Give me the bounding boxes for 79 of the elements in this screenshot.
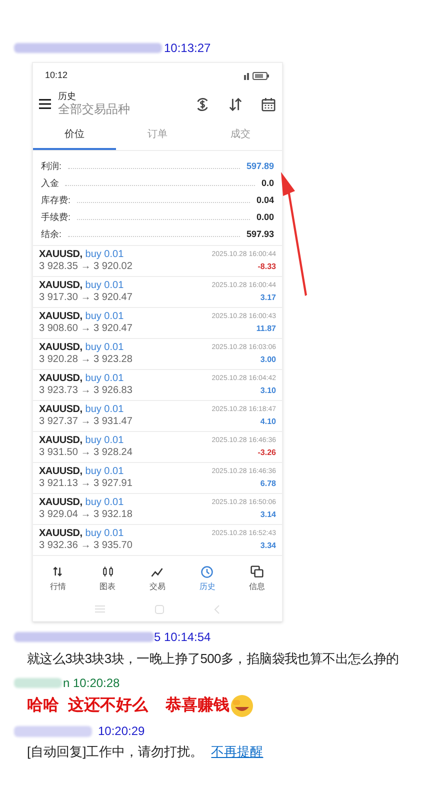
message-header: n 10:20:28 (63, 675, 120, 692)
deal-symbol: XAUUSD, (39, 404, 82, 416)
dismiss-link[interactable]: 不再提醒 (211, 742, 264, 762)
deal-symbol: XAUUSD, (39, 280, 82, 292)
nav-tab[interactable]: 信息 (232, 560, 282, 598)
summary-label: 库存费: (41, 194, 71, 206)
deal-symbol: XAUUSD, (39, 342, 82, 354)
sort-icon[interactable] (228, 96, 243, 112)
deal-side: buy 0.01 (85, 466, 124, 478)
deal-profit: 3.00 (260, 354, 276, 366)
nav-tab[interactable]: 交易 (132, 560, 182, 598)
deal-profit: 3.10 (260, 385, 276, 397)
deal-symbol: XAUUSD, (39, 497, 82, 509)
deal-side: buy 0.01 (85, 373, 124, 385)
deal-profit: -8.33 (258, 261, 276, 273)
deal-profit: 4.10 (260, 416, 276, 428)
summary-value: 0.00 (256, 210, 274, 224)
deal-side: buy 0.01 (85, 497, 124, 509)
summary-label: 手续费: (41, 210, 71, 224)
deal-side: buy 0.01 (85, 435, 124, 447)
deal-profit: -3.26 (258, 447, 276, 459)
summary-value: 0.0 (261, 176, 274, 190)
menu-icon[interactable] (39, 99, 51, 109)
summary-label: 利润: (41, 160, 62, 172)
deal-side: buy 0.01 (85, 249, 124, 261)
status-time: 10:12 (45, 69, 68, 82)
deal-profit: 3.34 (260, 540, 276, 552)
message-text: 哈哈 这还不好么 恭喜赚钱 (27, 695, 230, 716)
message-header: 5 10:14:54 (154, 629, 211, 646)
deal-symbol: XAUUSD, (39, 466, 82, 478)
deal-profit: 3.14 (260, 509, 276, 521)
nav-tab[interactable]: 图表 (82, 560, 133, 598)
screen-title: 历史 (58, 91, 77, 102)
chat-icon (250, 565, 264, 579)
message-text: 就这么3块3块3块，一晚上挣了500多，掐脑袋我也算不出怎么挣的 (27, 650, 399, 668)
deal-profit: 3.17 (260, 292, 276, 304)
calendar-icon[interactable] (261, 96, 276, 112)
emoji-icon (230, 694, 254, 718)
deal-prices: 3 931.50 → 3 928.24 (39, 447, 132, 459)
deal-symbol: XAUUSD, (39, 249, 82, 261)
battery-icon (244, 72, 270, 80)
deal-prices: 3 908.60 → 3 920.47 (39, 323, 132, 335)
message-text: [自动回复]工作中，请勿打扰。 (27, 743, 204, 762)
deal-prices: 3 921.13 → 3 927.91 (39, 478, 132, 490)
deal-prices: 3 927.37 → 3 931.47 (39, 416, 132, 428)
tab[interactable]: 价位 (33, 121, 116, 150)
clock-icon (200, 565, 214, 579)
deal-prices: 3 923.73 → 3 926.83 (39, 385, 132, 397)
deal-symbol: XAUUSD, (39, 311, 82, 323)
line-chart-icon (150, 565, 164, 579)
deal-side: buy 0.01 (85, 342, 124, 354)
deal-profit: 6.78 (260, 478, 276, 490)
nav-tab[interactable]: 历史 (182, 560, 232, 598)
summary-label: 结余: (41, 228, 62, 240)
message-header: 10:20:29 (98, 723, 145, 740)
deal-profit: 11.87 (256, 323, 276, 335)
deal-side: buy 0.01 (85, 311, 124, 323)
summary-value: 597.89 (246, 160, 274, 172)
deal-prices: 3 917.30 → 3 920.47 (39, 292, 132, 304)
deal-symbol: XAUUSD, (39, 435, 82, 447)
deal-prices: 3 932.36 → 3 935.70 (39, 540, 132, 552)
deal-prices: 3 928.35 → 3 920.02 (39, 261, 132, 273)
arrows-icon (50, 565, 65, 579)
deal-prices: 3 929.04 → 3 932.18 (39, 509, 132, 521)
deal-symbol: XAUUSD, (39, 528, 82, 540)
deal-symbol: XAUUSD, (39, 373, 82, 385)
blurred-name (14, 678, 62, 688)
deal-side: buy 0.01 (85, 280, 124, 292)
summary-label: 入金 (41, 176, 59, 190)
deal-side: buy 0.01 (85, 528, 124, 540)
deal-side: buy 0.01 (85, 404, 124, 416)
nav-tab[interactable]: 行情 (33, 560, 83, 598)
deal-prices: 3 920.28 → 3 923.28 (39, 354, 132, 366)
candlestick-icon (100, 565, 115, 579)
summary-value: 0.04 (256, 194, 274, 206)
currency-sync-icon[interactable] (195, 96, 210, 112)
screen-subtitle: 全部交易品种 (58, 102, 131, 117)
message-time: 10:13:27 (164, 40, 211, 57)
summary-value: 597.93 (246, 228, 274, 240)
